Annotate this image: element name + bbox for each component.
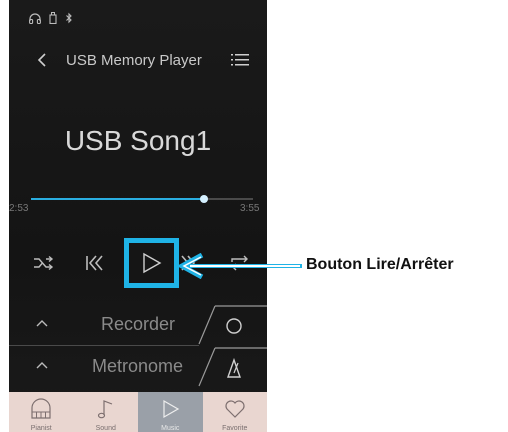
elapsed-time: 2:53 bbox=[9, 203, 29, 214]
app-header: USB Memory Player bbox=[9, 48, 267, 74]
page-title: USB Memory Player bbox=[66, 52, 202, 69]
list-icon[interactable] bbox=[231, 52, 249, 68]
nav-item-pianist[interactable]: Pianist bbox=[9, 392, 74, 432]
progress-fill bbox=[31, 198, 205, 200]
metronome-panel[interactable]: Metronome bbox=[9, 346, 267, 388]
nav-label: Music bbox=[161, 425, 180, 432]
status-bar bbox=[29, 12, 73, 24]
callout-arrow-icon bbox=[176, 253, 204, 279]
heart-icon bbox=[225, 400, 245, 418]
nav-label: Sound bbox=[95, 425, 116, 432]
chevron-left-icon[interactable] bbox=[33, 50, 51, 70]
progress-thumb[interactable] bbox=[200, 195, 209, 203]
skip-previous-icon[interactable] bbox=[81, 250, 107, 276]
chevron-up-icon[interactable] bbox=[35, 360, 49, 370]
play-icon bbox=[163, 399, 180, 419]
recorder-panel[interactable]: Recorder bbox=[9, 304, 267, 346]
metronome-icon[interactable] bbox=[194, 346, 267, 388]
bluetooth-icon bbox=[66, 12, 72, 24]
recorder-label: Recorder bbox=[101, 314, 176, 334]
nav-item-sound[interactable]: Sound bbox=[74, 392, 139, 432]
metronome-label: Metronome bbox=[92, 356, 184, 376]
chevron-up-icon[interactable] bbox=[35, 318, 49, 328]
song-title: USB Song1 bbox=[64, 125, 212, 156]
nav-label: Pianist bbox=[30, 425, 52, 432]
app-screen: USB Memory Player USB Song1 2:53 3:55 Re… bbox=[9, 0, 267, 432]
nav-item-music[interactable]: Music bbox=[138, 392, 203, 432]
nav-item-favorite[interactable]: Favorite bbox=[203, 392, 268, 432]
piano-icon bbox=[31, 398, 51, 419]
callout-label: Bouton Lire/Arrêter bbox=[306, 256, 454, 273]
shuffle-icon[interactable] bbox=[31, 250, 57, 276]
play-icon bbox=[143, 252, 162, 274]
repeat-icon[interactable] bbox=[227, 250, 253, 276]
nav-label: Favorite bbox=[222, 425, 248, 432]
callout-line-inner bbox=[190, 265, 300, 267]
total-time: 3:55 bbox=[240, 203, 260, 214]
music-note-icon bbox=[97, 400, 112, 419]
record-circle-icon[interactable] bbox=[194, 304, 267, 346]
headphones-icon bbox=[29, 12, 41, 24]
usb-icon bbox=[49, 12, 57, 24]
bottom-navigation: Pianist Sound Music Favorite bbox=[9, 392, 267, 432]
progress-bar[interactable] bbox=[31, 195, 253, 203]
play-stop-button[interactable] bbox=[124, 238, 179, 288]
